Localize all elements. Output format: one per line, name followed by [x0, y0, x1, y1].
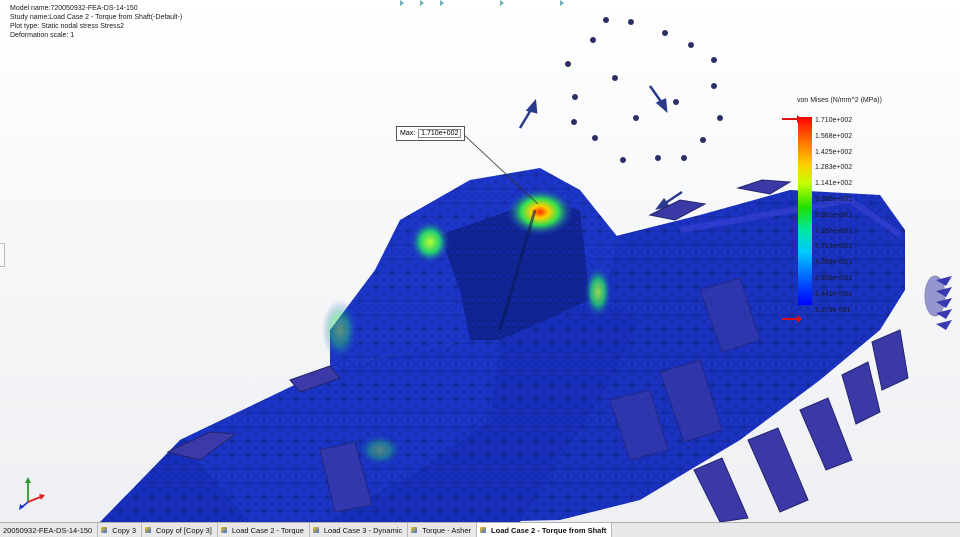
study-name: Study name:Load Case 2 - Torque from Sha…: [10, 14, 183, 21]
deformation-scale: Deformation scale: 1: [10, 32, 75, 39]
study-tab-label: Load Case 2 - Torque from Shaft: [491, 525, 607, 535]
study-tab[interactable]: 20050932-FEA-DS-14-150: [0, 523, 99, 537]
graphics-viewport[interactable]: Model name:720050932-FEA-DS-14-150 Study…: [0, 0, 960, 522]
study-tab-label: Torque - Asher: [422, 525, 472, 535]
axis-triad-icon: [19, 477, 45, 510]
legend-tick-label: 5.713e+001: [815, 243, 853, 251]
study-tab-label: Copy 3: [112, 525, 136, 535]
bolt-hole-markers: [565, 17, 723, 163]
study-icon: [411, 526, 419, 534]
legend-title: von Mises (N/mm^2 (MPa)): [797, 97, 882, 104]
legend-tick-label: 1.710e+002: [815, 117, 853, 124]
model-name: Model name:720050932-FEA-DS-14-150: [10, 5, 138, 12]
study-icon: [101, 526, 109, 534]
legend-tick-label: 1.283e+002: [815, 164, 853, 172]
legend-tick-label: 1.673e-001: [815, 306, 851, 314]
color-legend-bar[interactable]: [798, 117, 812, 305]
panel-collapse-handle[interactable]: [0, 243, 5, 267]
view-toolbar-fragment: [400, 0, 564, 6]
study-tab[interactable]: Copy 3: [98, 523, 142, 537]
study-tab[interactable]: Load Case 3 - Dynamic: [310, 523, 409, 537]
study-tab-label: 20050932-FEA-DS-14-150: [3, 525, 93, 535]
study-icon: [312, 526, 321, 534]
max-arrow-icon: [782, 115, 802, 123]
max-probe-label[interactable]: Max: 1.710e+002: [396, 126, 466, 141]
legend-tick-label: 4.289e+001: [815, 259, 853, 267]
study-tab[interactable]: Load Case 2 - Torque from Shaft: [477, 523, 613, 537]
probe-label: Max:: [400, 130, 416, 137]
plot-type: Plot type: Static nodal stress Stress2: [10, 23, 124, 30]
legend-tick-label: 9.985e+001: [815, 195, 853, 203]
study-tab-label: Load Case 2 - Torque: [231, 525, 304, 535]
study-tab[interactable]: Torque - Asher: [408, 523, 478, 537]
study-tab-bar: 20050932-FEA-DS-14-150 Copy 3 Copy of [Cop…: [0, 522, 960, 537]
legend-tick-label: 1.441e+001: [815, 290, 853, 298]
study-tab-label: Copy of [Copy 3]: [156, 525, 212, 535]
legend-tick-label: 1.141e+002: [815, 180, 853, 188]
legend-tick-label: 2.865e+001: [815, 274, 853, 282]
legend-tick-label: 1.425e+002: [815, 148, 853, 156]
legend-tick-label: 8.561e+001: [815, 211, 853, 219]
study-tab-label: Load Case 3 - Dynamic: [323, 525, 403, 535]
legend-tick-labels: 1.710e+002 1.568e+002 1.425e+002 1.283e+002…: [815, 113, 852, 318]
study-tab[interactable]: Load Case 2 - Torque: [218, 523, 310, 537]
study-icon: [145, 526, 153, 534]
yield-arrow-icon: [782, 315, 802, 323]
probe-value: 1.710e+002: [418, 129, 462, 138]
study-info-header: Model name:720050932-FEA-DS-14-150 Study…: [10, 4, 182, 40]
study-tab[interactable]: Copy of [Copy 3]: [142, 523, 218, 537]
legend-tick-label: 7.137e+001: [815, 227, 853, 235]
study-icon: [220, 526, 229, 534]
study-icon: [480, 526, 488, 534]
legend-tick-label: 1.568e+002: [815, 132, 853, 140]
